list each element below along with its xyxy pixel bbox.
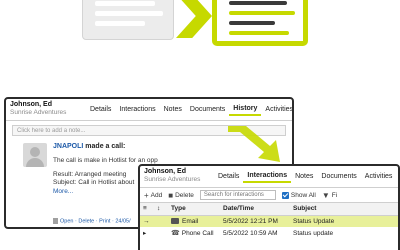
show-all-label: Show All [290,191,316,199]
row-expander[interactable]: → [140,215,154,227]
contact-name: Johnson, Ed [10,101,52,108]
tab-interactions[interactable]: Interactions [115,105,159,115]
entry-footer: Open · Delete · Print · 24/05/ [53,217,131,224]
interactions-panel-tabs: Details Interactions Notes Documents Act… [214,168,396,183]
contact-identity: Johnson, Ed Sunrise Adventures [10,101,86,117]
filter-label: Fi [331,191,338,199]
row-type-label: Email [182,217,199,225]
company-name: Sunrise Adventures [10,109,67,116]
contact-name: Johnson, Ed [144,168,186,175]
row-type: ☎ Phone Call [168,227,220,239]
row-datetime: 5/5/2022 12:21 PM [220,215,290,227]
highlighted-document-graphic [212,0,308,46]
delete-label: Delete [175,191,194,199]
row-expander[interactable]: ▸ [140,227,154,239]
expand-column-header: ↕ [154,203,168,216]
avatar [23,143,47,167]
tab-interactions[interactable]: Interactions [243,171,292,183]
trash-icon: ■ [168,190,174,200]
add-label: Add [150,191,163,199]
interactions-toolbar: + Add ■ Delete Search for interactions Sho… [140,188,398,203]
row-subject: Status Update [290,215,398,227]
entry-action: made a call: [85,143,126,150]
column-header-datetime[interactable]: Date/Time [220,203,290,216]
contact-identity: Johnson, Ed Sunrise Adventures [144,168,214,184]
interactions-panel-header: Johnson, Ed Sunrise Adventures Details I… [140,166,398,188]
row-type-label: Phone Call [181,230,214,237]
tab-activities[interactable]: Activities [261,105,292,115]
tab-notes[interactable]: Notes [160,105,186,115]
row-subject: Status update [293,229,334,237]
column-header-type[interactable]: Type [168,203,220,216]
phone-icon: ☎ [171,230,180,237]
table-row[interactable]: ▸ ☎ Phone Call 5/5/2022 10:59 AM Status u… [140,227,398,239]
tab-notes[interactable]: Notes [291,172,317,182]
entry-footer-links[interactable]: Open · Delete · Print · 24/05/ [60,218,131,224]
plus-icon: + [144,190,149,200]
row-type: Email [168,215,220,227]
history-panel-tabs: Details Interactions Notes Documents His… [86,101,292,116]
row-datetime: 5/5/2022 10:59 AM [223,229,278,237]
table-header-row: ≡ ↕ Type Date/Time Subject [140,203,398,216]
document-icon [53,217,58,224]
show-all-toggle[interactable]: Show All [281,191,316,199]
tab-details[interactable]: Details [86,105,115,115]
hero-illustration [0,0,400,70]
tab-documents[interactable]: Documents [317,172,360,182]
company-name: Sunrise Adventures [144,176,201,183]
search-input[interactable]: Search for interactions [199,190,276,200]
row-marker [154,227,168,239]
add-button[interactable]: + Add [144,191,162,200]
chevron-arrow-graphic [176,0,212,38]
entry-user[interactable]: JNAPOLI [53,143,83,150]
interactions-panel: Johnson, Ed Sunrise Adventures Details I… [138,164,400,250]
checkbox-icon [281,191,289,199]
flow-arrow-icon [228,126,280,162]
envelope-icon [171,218,179,225]
tab-history[interactable]: History [229,104,262,116]
columns-menu-icon[interactable]: ≡ [140,203,154,216]
tab-documents[interactable]: Documents [186,105,229,115]
filter-icon: ▼ [321,190,330,200]
column-header-subject[interactable]: Subject [290,203,398,216]
tab-activities[interactable]: Activities [361,172,397,182]
tab-details[interactable]: Details [214,172,243,182]
filter-button[interactable]: ▼ Fi [322,191,337,200]
plain-document-graphic [82,0,174,40]
interactions-table: ≡ ↕ Type Date/Time Subject → Email 5/5/2… [140,203,398,239]
table-row[interactable]: → Email 5/5/2022 12:21 PM Status Update [140,215,398,227]
row-marker [154,215,168,227]
history-panel-header: Johnson, Ed Sunrise Adventures Details I… [6,99,292,121]
delete-button[interactable]: ■ Delete [168,191,194,200]
